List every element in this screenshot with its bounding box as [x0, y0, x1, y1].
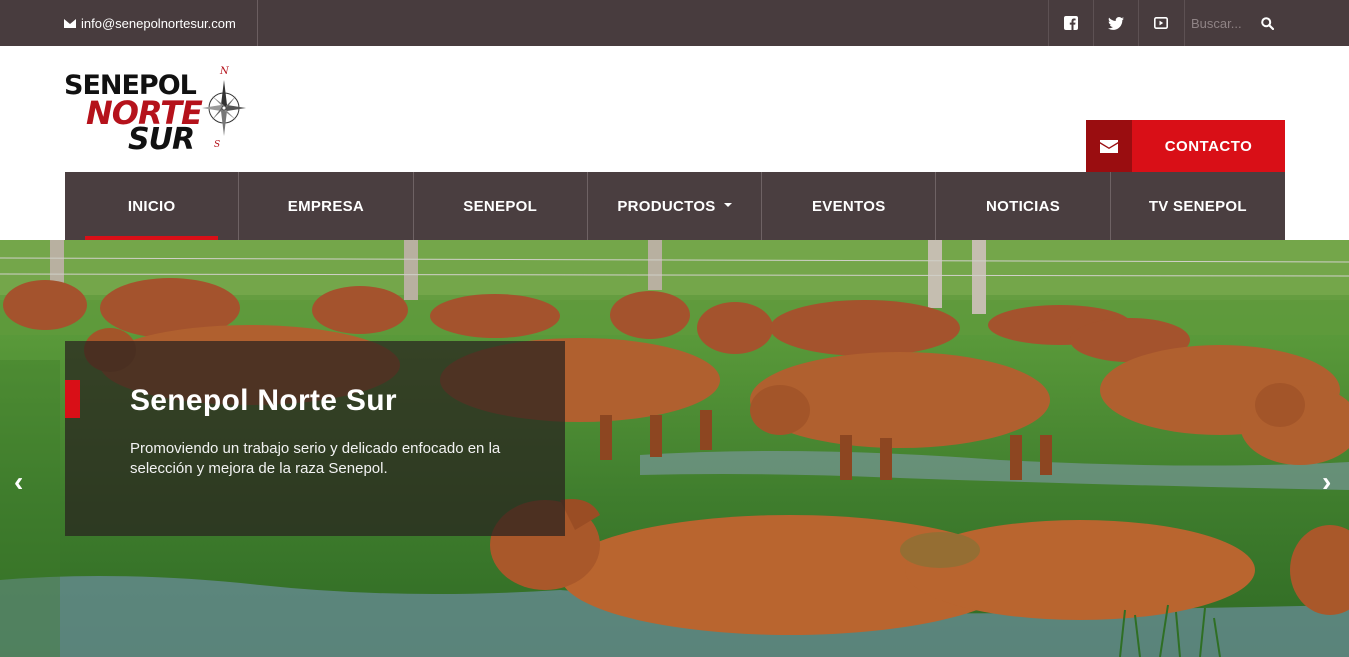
email-link[interactable]: info@senepolnortesur.com	[64, 0, 258, 46]
envelope-icon	[1100, 139, 1118, 153]
nav-item-tv-senepol[interactable]: TV SENEPOL	[1111, 172, 1285, 240]
nav-item-empresa[interactable]: EMPRESA	[239, 172, 414, 240]
facebook-icon	[1064, 16, 1078, 30]
caret-down-icon	[723, 203, 732, 207]
nav-label: INICIO	[127, 197, 176, 215]
slider-next-button[interactable]: ›	[1322, 468, 1331, 496]
youtube-icon	[1154, 17, 1168, 29]
compass-s-label: S	[214, 140, 220, 150]
nav-item-senepol[interactable]: SENEPOL	[414, 172, 588, 240]
email-text: info@senepolnortesur.com	[81, 15, 236, 31]
slider-prev-button[interactable]: ‹	[14, 468, 23, 496]
youtube-button[interactable]	[1138, 0, 1183, 46]
search-button[interactable]	[1261, 16, 1274, 30]
hero-title: Senepol Norte Sur	[130, 384, 397, 417]
contact-button[interactable]: CONTACTO	[1086, 120, 1285, 172]
compass-rose-icon: N S	[202, 66, 246, 150]
nav-item-eventos[interactable]: EVENTOS	[762, 172, 937, 240]
search-input[interactable]	[1191, 15, 1253, 31]
nav-label: EVENTOS	[812, 197, 886, 215]
nav-item-productos[interactable]: PRODUCTOS	[588, 172, 763, 240]
nav-label: NOTICIAS	[986, 197, 1061, 215]
contact-icon-box	[1086, 120, 1132, 172]
nav-label: TV SENEPOL	[1148, 197, 1247, 215]
nav-label: PRODUCTOS	[617, 197, 716, 215]
hero-caption: Senepol Norte Sur Promoviendo un trabajo…	[65, 341, 565, 536]
top-bar: info@senepolnortesur.com	[0, 0, 1349, 46]
twitter-button[interactable]	[1093, 0, 1138, 46]
hero-slider: Senepol Norte Sur Promoviendo un trabajo…	[0, 240, 1349, 657]
logo-line-sur: SUR	[128, 122, 195, 157]
main-nav: INICIO EMPRESA SENEPOL PRODUCTOS EVENTOS…	[65, 172, 1285, 240]
chevron-right-icon: ›	[1322, 466, 1332, 497]
hero-text: Promoviendo un trabajo serio y delicado …	[130, 440, 501, 477]
active-indicator	[85, 236, 219, 240]
envelope-icon	[64, 18, 76, 28]
nav-item-inicio[interactable]: INICIO	[65, 172, 240, 240]
search-box	[1184, 0, 1294, 46]
chevron-left-icon: ‹	[14, 466, 24, 497]
nav-label: EMPRESA	[287, 197, 365, 215]
nav-label: SENEPOL	[463, 197, 538, 215]
contact-label: CONTACTO	[1132, 120, 1285, 172]
facebook-button[interactable]	[1048, 0, 1093, 46]
caption-accent-bar	[65, 380, 80, 418]
search-icon	[1261, 16, 1274, 30]
nav-item-noticias[interactable]: NOTICIAS	[936, 172, 1111, 240]
compass-n-label: N	[219, 66, 230, 77]
twitter-icon	[1108, 16, 1124, 30]
site-logo[interactable]: SENEPOL NORTE SUR N S	[64, 64, 254, 156]
